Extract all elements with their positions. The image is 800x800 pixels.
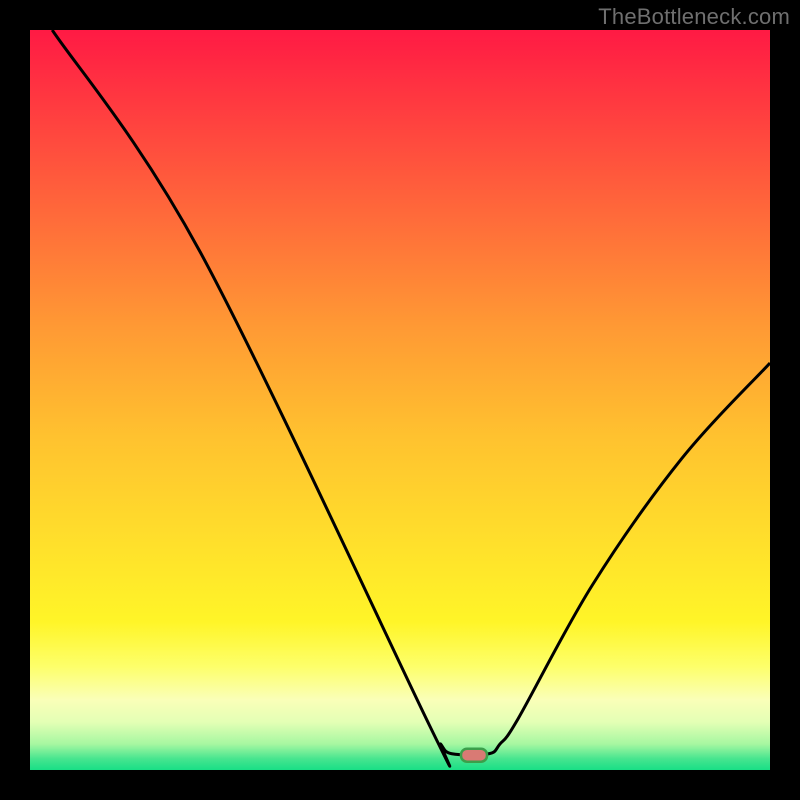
gradient-background xyxy=(30,30,770,770)
chart-frame: TheBottleneck.com xyxy=(0,0,800,800)
chart-svg xyxy=(30,30,770,770)
plot-area xyxy=(30,30,770,770)
watermark-text: TheBottleneck.com xyxy=(598,4,790,30)
optimal-marker xyxy=(461,749,487,762)
